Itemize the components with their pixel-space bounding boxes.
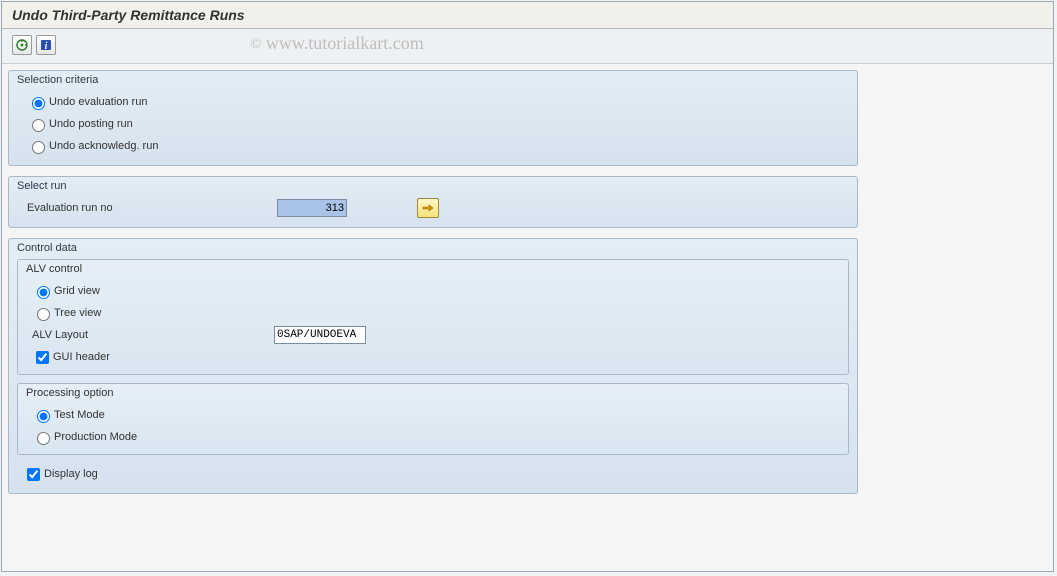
alv-control-title: ALV control <box>18 260 848 280</box>
undo-evaluation-radio[interactable] <box>32 97 45 110</box>
execute-icon <box>15 38 29 52</box>
arrow-right-icon <box>422 203 434 213</box>
control-data-title: Control data <box>9 239 857 259</box>
tree-view-radio[interactable] <box>37 308 50 321</box>
test-mode-label: Test Mode <box>54 409 105 421</box>
production-mode-label: Production Mode <box>54 431 137 443</box>
production-mode-radio[interactable] <box>37 432 50 445</box>
control-data-group: Control data ALV control Grid view Tree … <box>8 238 858 494</box>
selection-criteria-title: Selection criteria <box>9 71 857 91</box>
page-title: Undo Third-Party Remittance Runs <box>2 2 1053 29</box>
alv-layout-label: ALV Layout <box>32 329 274 341</box>
undo-posting-radio[interactable] <box>32 119 45 132</box>
evaluation-run-input[interactable] <box>277 199 347 217</box>
evaluation-run-label: Evaluation run no <box>27 202 277 214</box>
selection-criteria-group: Selection criteria Undo evaluation run U… <box>8 70 858 166</box>
undo-evaluation-label: Undo evaluation run <box>49 96 147 108</box>
tree-view-label: Tree view <box>54 307 101 319</box>
info-button[interactable]: i <box>36 35 56 55</box>
display-log-label: Display log <box>44 468 98 480</box>
alv-control-group: ALV control Grid view Tree view ALV Layo… <box>17 259 849 375</box>
select-run-title: Select run <box>9 177 857 197</box>
processing-option-group: Processing option Test Mode Production M… <box>17 383 849 455</box>
select-run-group: Select run Evaluation run no <box>8 176 858 228</box>
info-icon: i <box>39 38 53 52</box>
undo-posting-label: Undo posting run <box>49 118 133 130</box>
multiple-selection-button[interactable] <box>417 198 439 218</box>
toolbar: i <box>2 29 1053 64</box>
svg-text:i: i <box>45 41 48 52</box>
alv-layout-input[interactable] <box>274 326 366 344</box>
undo-acknowledg-radio[interactable] <box>32 141 45 154</box>
test-mode-radio[interactable] <box>37 410 50 423</box>
gui-header-checkbox[interactable] <box>36 351 49 364</box>
undo-acknowledg-label: Undo acknowledg. run <box>49 140 158 152</box>
gui-header-label: GUI header <box>53 351 110 363</box>
grid-view-radio[interactable] <box>37 286 50 299</box>
execute-button[interactable] <box>12 35 32 55</box>
grid-view-label: Grid view <box>54 285 100 297</box>
processing-option-title: Processing option <box>18 384 848 404</box>
display-log-checkbox[interactable] <box>27 468 40 481</box>
